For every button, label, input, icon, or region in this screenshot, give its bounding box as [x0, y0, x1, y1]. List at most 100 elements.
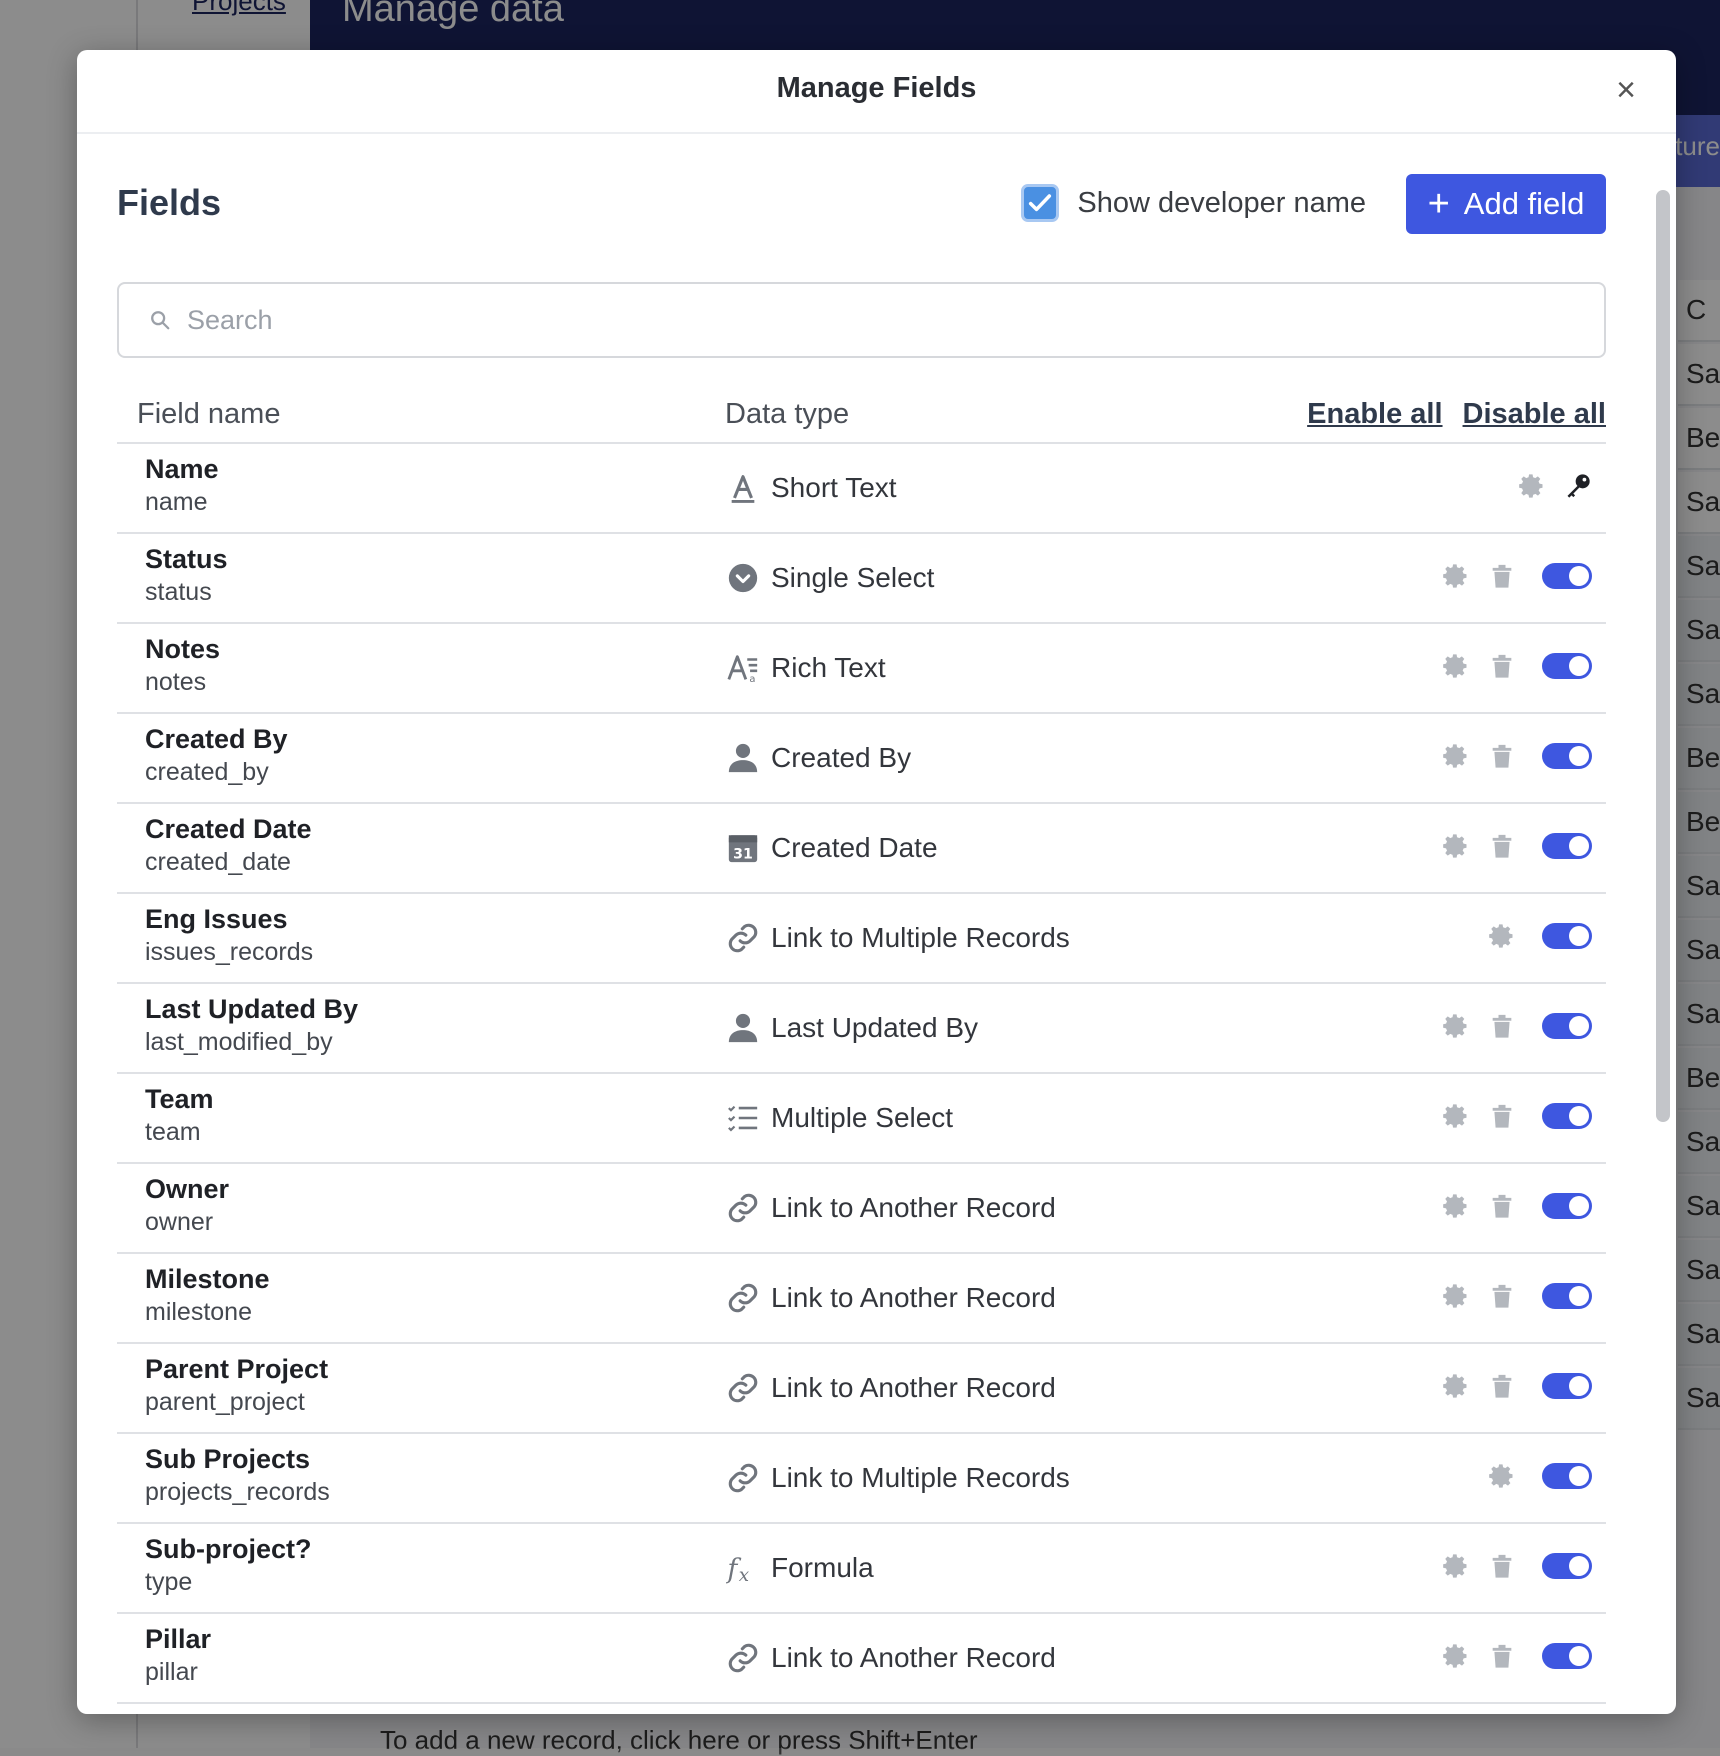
field-enabled-toggle[interactable]: [1542, 1643, 1592, 1669]
data-type-label: Last Updated By: [771, 1012, 979, 1043]
gear-icon[interactable]: [1442, 562, 1470, 590]
field-row: Roadmap MonthSingle Select: [117, 1704, 1606, 1714]
trash-icon[interactable]: [1488, 1012, 1516, 1040]
checkmark-icon: [1029, 194, 1052, 212]
link-icon: [725, 1370, 761, 1406]
multi-select-icon: [725, 1100, 761, 1136]
field-row: Milestone milestone Link to Another Record: [117, 1254, 1606, 1344]
field-enabled-toggle[interactable]: [1542, 1013, 1592, 1039]
gear-icon[interactable]: [1488, 1462, 1516, 1490]
trash-icon[interactable]: [1488, 562, 1516, 590]
show-developer-name-checkbox[interactable]: [1021, 184, 1060, 222]
trash-icon[interactable]: [1488, 1642, 1516, 1670]
field-actions: [1442, 1642, 1592, 1670]
search-icon: [151, 311, 170, 330]
field-enabled-toggle[interactable]: [1542, 563, 1592, 589]
field-name: Pillar: [145, 1624, 212, 1654]
field-enabled-toggle[interactable]: [1542, 1193, 1592, 1219]
scroll-thumb[interactable]: [1656, 190, 1670, 1122]
gear-icon[interactable]: [1442, 1192, 1470, 1220]
close-icon[interactable]: ×: [1616, 70, 1636, 110]
gear-icon[interactable]: [1442, 1282, 1470, 1310]
field-name: Sub-project?: [145, 1534, 312, 1564]
field-actions: [1442, 652, 1592, 680]
field-developer-name: created_by: [145, 758, 269, 786]
field-data-type: Short Text: [725, 470, 897, 506]
field-name: Eng Issues: [145, 904, 288, 934]
field-enabled-toggle[interactable]: [1542, 923, 1592, 949]
show-developer-name-toggle[interactable]: Show developer name: [1021, 184, 1366, 222]
field-developer-name: owner: [145, 1208, 214, 1236]
user-icon: [725, 1010, 761, 1046]
field-name: Milestone: [145, 1264, 270, 1294]
field-enabled-toggle[interactable]: [1542, 1463, 1592, 1489]
trash-icon[interactable]: [1488, 1282, 1516, 1310]
field-name: Sub Projects: [145, 1444, 311, 1474]
field-row: Last Updated By last_modified_by Last Upda…: [117, 984, 1606, 1074]
field-actions: [1518, 472, 1592, 500]
enable-all-link[interactable]: Enable all: [1307, 398, 1442, 431]
field-actions: [1442, 1012, 1592, 1040]
add-field-button[interactable]: + Add field: [1406, 174, 1606, 234]
gear-icon[interactable]: [1442, 1642, 1470, 1670]
field-developer-name: issues_records: [145, 938, 314, 966]
gear-icon[interactable]: [1442, 1012, 1470, 1040]
field-developer-name: last_modified_by: [145, 1028, 333, 1056]
field-actions: [1442, 1552, 1592, 1580]
trash-icon[interactable]: [1488, 1102, 1516, 1130]
gear-icon[interactable]: [1442, 1552, 1470, 1580]
field-data-type: Multiple Select: [725, 1100, 953, 1136]
gear-icon[interactable]: [1442, 742, 1470, 770]
fields-list: Name name Short Text Status status Single Sel…: [117, 444, 1606, 1714]
field-actions: [1442, 1102, 1592, 1130]
field-enabled-toggle[interactable]: [1542, 743, 1592, 769]
field-developer-name: type: [145, 1568, 193, 1596]
field-enabled-toggle[interactable]: [1542, 1283, 1592, 1309]
gear-icon[interactable]: [1442, 1102, 1470, 1130]
data-type-label: Short Text: [771, 472, 897, 503]
gear-icon[interactable]: [1442, 652, 1470, 680]
trash-icon[interactable]: [1488, 652, 1516, 680]
manage-fields-modal: Manage Fields × Fields Show developer na…: [77, 50, 1676, 1714]
field-actions: [1442, 1282, 1592, 1310]
modal-header: Manage Fields ×: [77, 50, 1676, 134]
field-data-type: 31 Created Date: [725, 830, 938, 866]
trash-icon[interactable]: [1488, 832, 1516, 860]
field-developer-name: name: [145, 488, 208, 516]
column-header-data-type: Data type: [725, 398, 850, 430]
field-enabled-toggle[interactable]: [1542, 1373, 1592, 1399]
trash-icon[interactable]: [1488, 1372, 1516, 1400]
field-enabled-toggle[interactable]: [1542, 653, 1592, 679]
field-enabled-toggle[interactable]: [1542, 1553, 1592, 1579]
field-actions: [1488, 922, 1592, 950]
field-name: Name: [145, 454, 219, 484]
plus-icon: +: [1427, 183, 1450, 225]
search-input[interactable]: [185, 303, 1489, 337]
field-enabled-toggle[interactable]: [1542, 833, 1592, 859]
gear-icon[interactable]: [1488, 922, 1516, 950]
field-data-type: Link to Another Record: [725, 1280, 1056, 1316]
field-data-type: Link to Another Record: [725, 1640, 1056, 1676]
gear-icon[interactable]: [1518, 472, 1546, 500]
field-actions: [1442, 832, 1592, 860]
field-data-type: Last Updated By: [725, 1010, 978, 1046]
link-icon: [725, 920, 761, 956]
field-row: Sub Projects projects_records Link to Mult…: [117, 1434, 1606, 1524]
link-icon: [725, 1460, 761, 1496]
field-row: Parent Project parent_project Link to Anot…: [117, 1344, 1606, 1434]
field-row: Status status Single Select: [117, 534, 1606, 624]
disable-all-link[interactable]: Disable all: [1463, 398, 1606, 431]
field-enabled-toggle[interactable]: [1542, 1103, 1592, 1129]
bulk-actions: Enable all Disable all: [1307, 398, 1606, 431]
trash-icon[interactable]: [1488, 742, 1516, 770]
field-actions: [1442, 1372, 1592, 1400]
field-developer-name: notes: [145, 668, 207, 696]
link-icon: [725, 1190, 761, 1226]
link-icon: [725, 1280, 761, 1316]
modal-scrollbar[interactable]: [1656, 142, 1670, 1714]
trash-icon[interactable]: [1488, 1192, 1516, 1220]
gear-icon[interactable]: [1442, 1372, 1470, 1400]
field-name: Created By: [145, 724, 288, 754]
gear-icon[interactable]: [1442, 832, 1470, 860]
trash-icon[interactable]: [1488, 1552, 1516, 1580]
